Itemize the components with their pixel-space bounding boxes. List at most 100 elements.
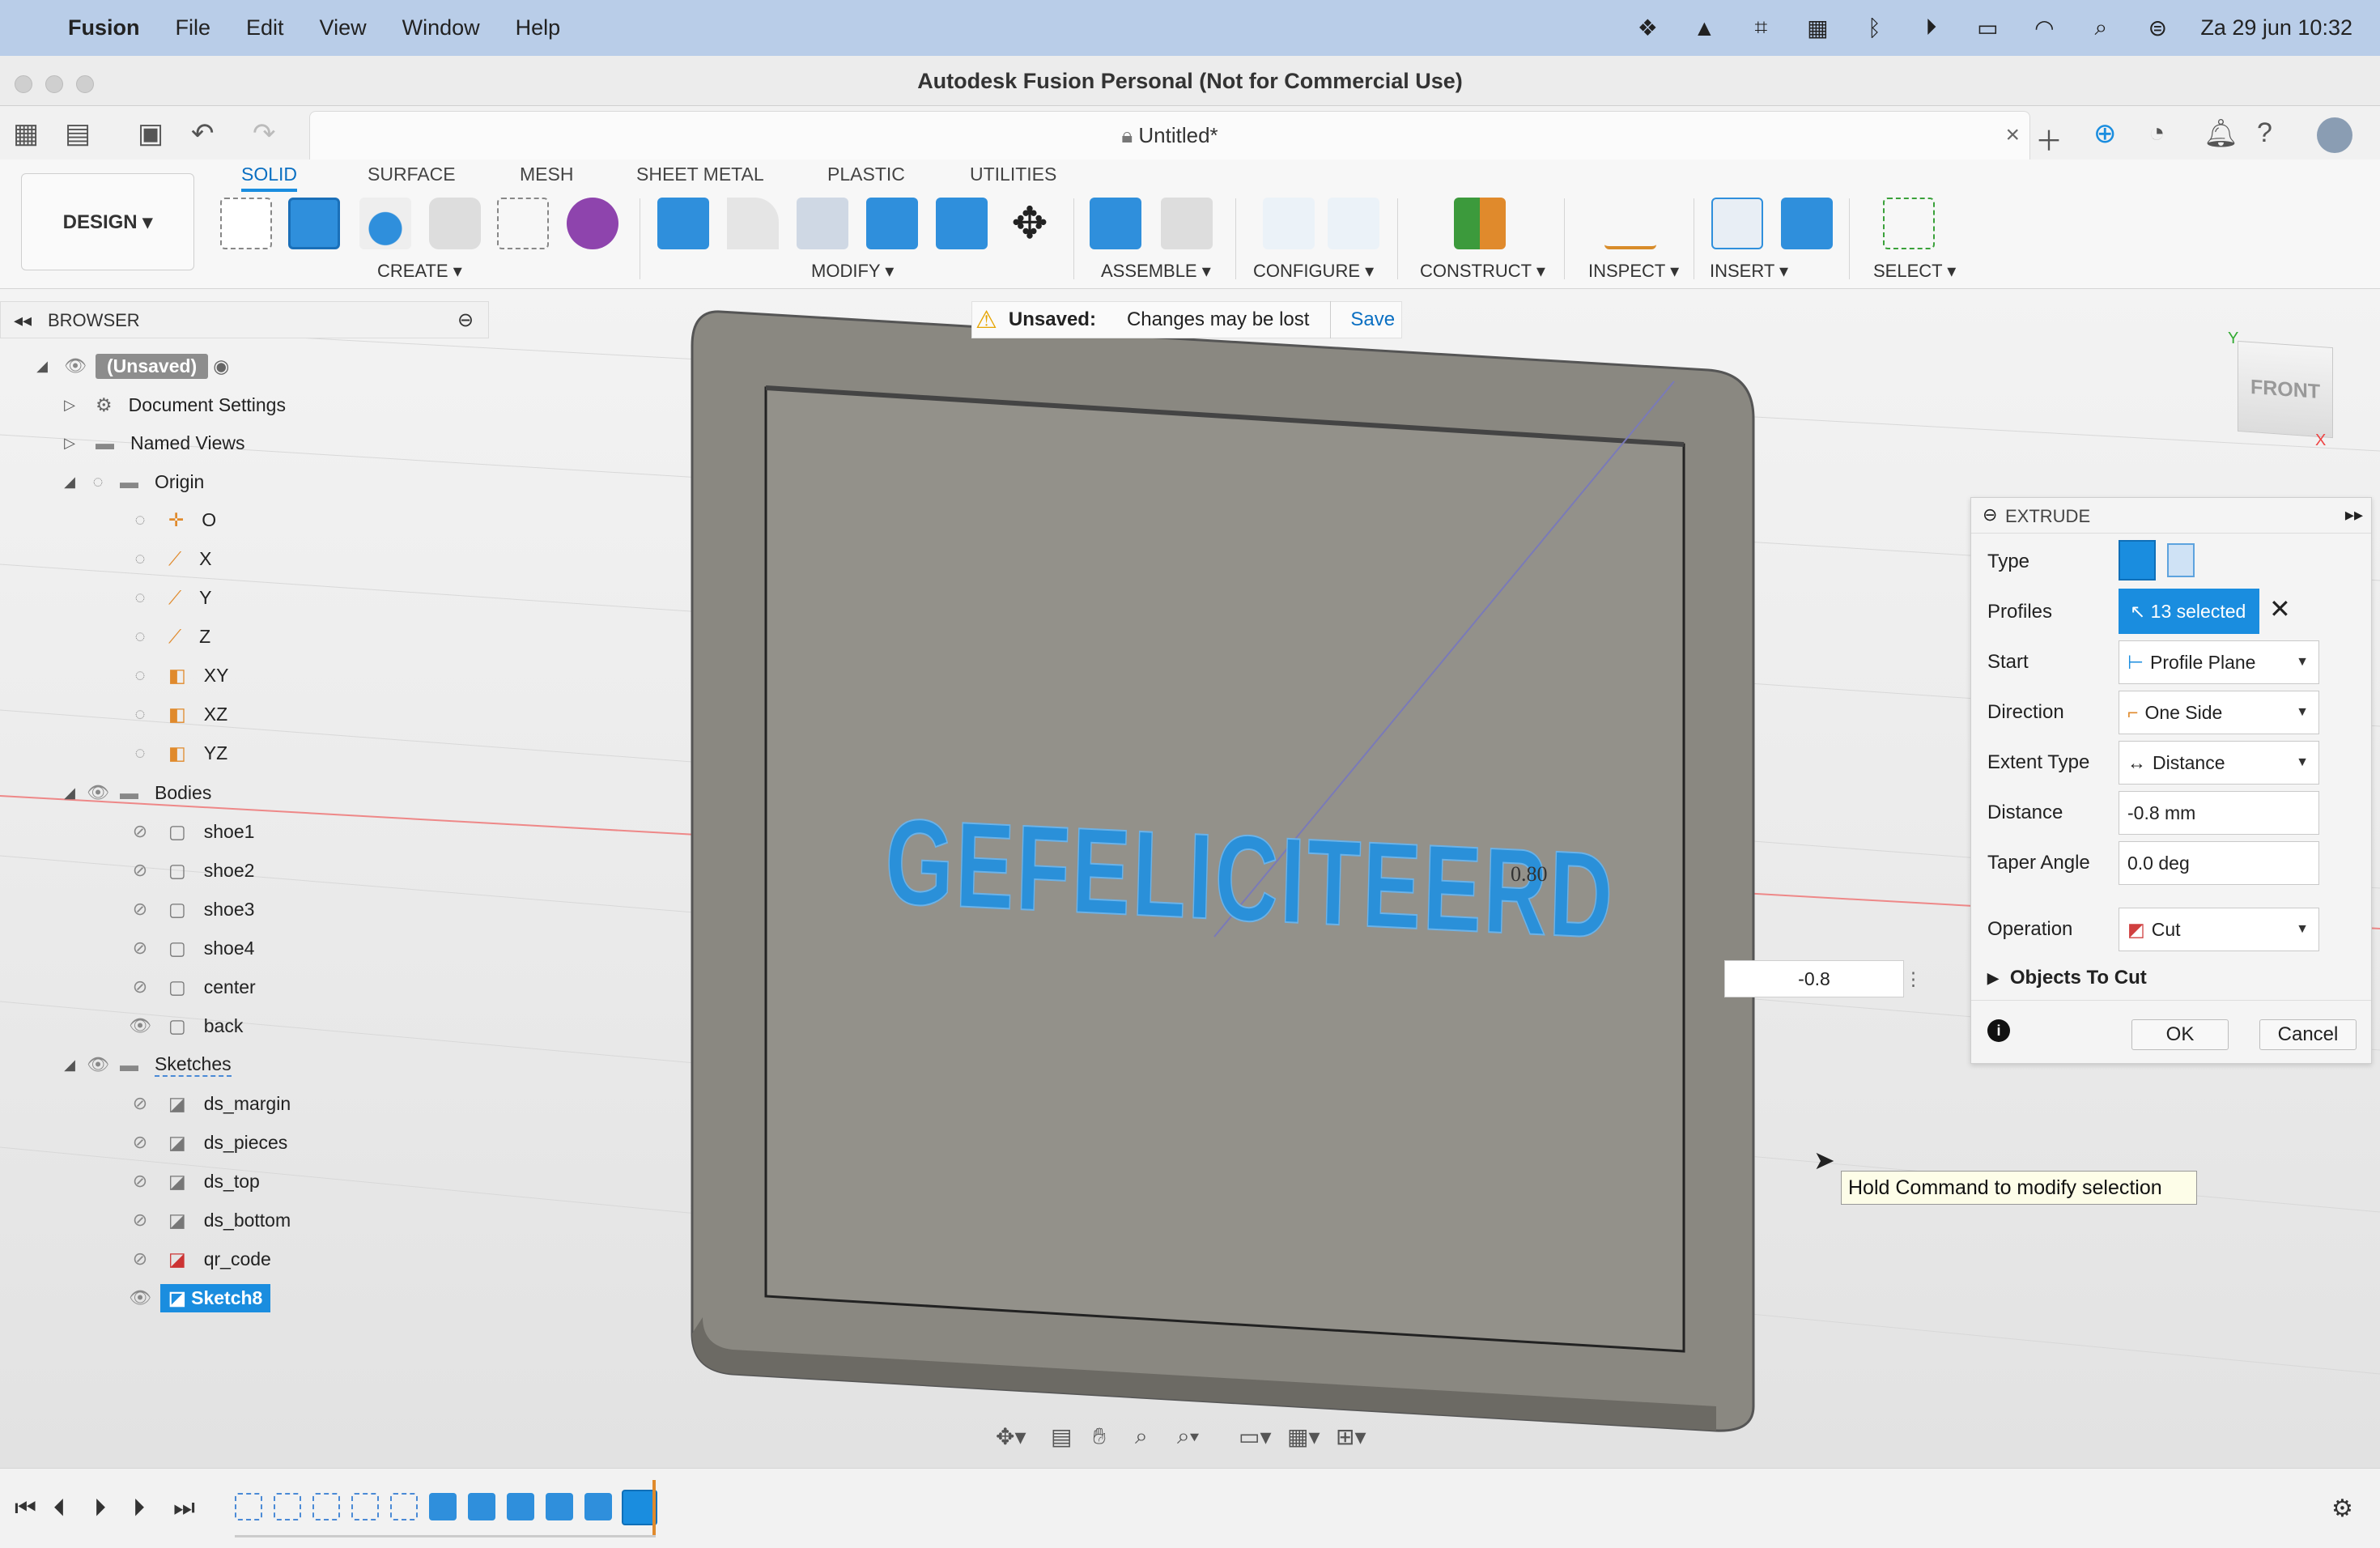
hidden-eye-icon[interactable]: ⊘ — [128, 1171, 152, 1192]
viewcube-face-label[interactable]: FRONT — [2250, 376, 2320, 403]
tree-bodies[interactable]: ◢ 👁︎ ▬ Bodies — [60, 773, 211, 812]
hidden-eye-icon[interactable]: ⊘ — [128, 938, 152, 959]
group-insert[interactable]: INSERT ▾ — [1710, 261, 1788, 282]
hidden-eye-icon[interactable]: ◌ — [128, 665, 152, 686]
hidden-eye-icon[interactable]: ◌ — [128, 509, 152, 530]
hidden-eye-icon[interactable]: ⊘ — [128, 1132, 152, 1153]
visibility-eye-icon[interactable]: 👁︎ — [86, 1054, 110, 1075]
data-panel-grid-icon[interactable]: ▦ — [13, 117, 39, 150]
collapse-icon[interactable]: ◢ — [60, 474, 79, 491]
tree-origin[interactable]: ◢ ◌ ▬ Origin — [60, 462, 204, 501]
clear-selection-icon[interactable]: ✕ — [2269, 593, 2291, 624]
move-icon[interactable]: ✥ — [1004, 198, 1056, 249]
hidden-eye-icon[interactable]: ◌ — [128, 704, 152, 725]
wifi-icon[interactable]: ◠ — [2030, 15, 2058, 40]
viewcube[interactable]: FRONT — [2238, 340, 2333, 439]
zoom-icon[interactable]: ⌕ — [1135, 1423, 1148, 1450]
save-icon[interactable]: ▣ — [138, 117, 164, 150]
bluetooth-icon[interactable]: ᛒ — [1860, 15, 1888, 40]
timeline-sketch-icon[interactable] — [390, 1493, 418, 1520]
display-settings-icon[interactable]: ▭▾ — [1239, 1423, 1272, 1450]
distance-manipulator-input[interactable]: -0.8 ⋮ — [1724, 960, 1923, 997]
cancel-button[interactable]: Cancel — [2259, 1019, 2357, 1050]
tree-sketch-ds-bottom[interactable]: ⊘ ◪ ds_bottom — [128, 1201, 291, 1240]
timeline-sketch-icon[interactable] — [351, 1493, 379, 1520]
configure-icon[interactable] — [1263, 198, 1315, 249]
tree-body-shoe4[interactable]: ⊘ ▢ shoe4 — [128, 929, 255, 968]
timeline-sketch-icon[interactable] — [312, 1493, 340, 1520]
ok-button[interactable]: OK — [2131, 1019, 2229, 1050]
tree-body-center[interactable]: ⊘ ▢ center — [128, 968, 256, 1006]
tree-sketch-ds-top[interactable]: ⊘ ◪ ds_top — [128, 1162, 260, 1201]
zoom-window-button[interactable] — [76, 75, 94, 93]
more-options-icon[interactable]: ⋮ — [1904, 961, 1923, 997]
hidden-eye-icon[interactable]: ◌ — [86, 471, 110, 492]
collapse-icon[interactable]: ◢ — [60, 1057, 79, 1074]
root-component-label[interactable]: (Unsaved) — [96, 353, 209, 379]
tree-origin-yz[interactable]: ◌ ◧ YZ — [128, 734, 227, 772]
visibility-eye-icon[interactable]: 👁︎ — [128, 1015, 152, 1036]
tree-body-back[interactable]: 👁︎ ▢ back — [128, 1006, 243, 1045]
menu-file[interactable]: File — [176, 15, 211, 40]
expand-dialog-icon[interactable]: ▸▸ — [2345, 504, 2363, 525]
hidden-eye-icon[interactable]: ⊘ — [128, 1210, 152, 1231]
tree-origin-point[interactable]: ◌ ✛ O — [128, 500, 216, 539]
avatar[interactable] — [2317, 117, 2352, 153]
taper-angle-input[interactable]: 0.0 deg — [2119, 841, 2319, 885]
orbit-icon[interactable]: ✥▾ — [996, 1423, 1026, 1450]
tree-document-settings[interactable]: ▷ ⚙ Document Settings — [60, 385, 286, 424]
tab-mesh[interactable]: MESH — [520, 164, 573, 185]
tree-named-views[interactable]: ▷ ▬ Named Views — [60, 423, 244, 462]
joint-icon[interactable] — [1161, 198, 1213, 249]
timeline-play-icon[interactable]: ⏵ — [94, 1495, 106, 1522]
notifications-icon[interactable]: 🔔︎ — [2204, 117, 2238, 150]
look-at-icon[interactable]: ▤ — [1051, 1423, 1072, 1450]
group-construct[interactable]: CONSTRUCT ▾ — [1420, 261, 1545, 282]
insert-derive-icon[interactable] — [1711, 198, 1763, 249]
keyboard-input-icon[interactable]: ⌗ — [1747, 15, 1774, 40]
new-tab-icon[interactable]: ＋ — [2035, 119, 2063, 159]
hidden-eye-icon[interactable]: ◌ — [128, 626, 152, 647]
hidden-eye-icon[interactable]: ⊘ — [128, 1248, 152, 1269]
extent-type-select[interactable]: ↔ Distance ▼ — [2119, 741, 2319, 785]
play-icon[interactable]: ⏵ — [1917, 15, 1944, 40]
form-icon[interactable] — [567, 198, 618, 249]
hidden-eye-icon[interactable]: ⊘ — [128, 976, 152, 997]
timeline-sketch-icon[interactable] — [235, 1493, 262, 1520]
create-sketch-icon[interactable] — [220, 198, 272, 249]
tree-sketch-sketch8[interactable]: 👁︎ ◪ Sketch8 — [128, 1278, 271, 1317]
hidden-eye-icon[interactable]: ◌ — [128, 742, 152, 763]
type-thin-icon[interactable] — [2167, 543, 2195, 577]
minimize-dialog-icon[interactable]: ⊖ — [1983, 504, 1997, 525]
job-status-icon[interactable]: ◔ — [2148, 117, 2165, 149]
timeline-start-icon[interactable]: ⏮ — [15, 1495, 36, 1522]
group-select[interactable]: SELECT ▾ — [1873, 261, 1956, 282]
tree-sketch-ds-pieces[interactable]: ⊘ ◪ ds_pieces — [128, 1123, 288, 1162]
file-menu-icon[interactable]: ▤ — [65, 117, 91, 150]
tree-sketch-ds-margin[interactable]: ⊘ ◪ ds_margin — [128, 1084, 291, 1123]
tab-plastic[interactable]: PLASTIC — [827, 164, 905, 185]
start-select[interactable]: ⊢ Profile Plane ▼ — [2119, 640, 2319, 684]
hidden-eye-icon[interactable]: ⊘ — [128, 1093, 152, 1114]
tree-origin-x[interactable]: ◌ ⟋ X — [128, 539, 211, 578]
offset-face-icon[interactable] — [936, 198, 988, 249]
expand-icon[interactable]: ▷ — [60, 397, 79, 414]
redo-icon[interactable]: ↷ — [253, 117, 276, 150]
control-center-icon[interactable]: ⊜ — [2144, 15, 2171, 40]
viewports-icon[interactable]: ⊞▾ — [1336, 1423, 1366, 1450]
tree-body-shoe1[interactable]: ⊘ ▢ shoe1 — [128, 812, 255, 851]
menu-app-name[interactable]: Fusion — [68, 15, 140, 40]
direction-select[interactable]: ⌐ One Side ▼ — [2119, 691, 2319, 734]
autodesk-status-icon[interactable]: ▲ — [1690, 15, 1718, 40]
expand-icon[interactable]: ▷ — [60, 435, 79, 452]
expand-icon[interactable]: ▶ — [1987, 970, 1999, 987]
select-icon[interactable] — [1883, 198, 1935, 249]
tree-origin-y[interactable]: ◌ ⟋ Y — [128, 578, 211, 617]
save-link[interactable]: Save — [1350, 308, 1395, 331]
tree-body-shoe3[interactable]: ⊘ ▢ shoe3 — [128, 890, 255, 929]
battery-icon[interactable]: ▭ — [1974, 15, 2001, 40]
menu-help[interactable]: Help — [516, 15, 561, 40]
tab-surface[interactable]: SURFACE — [368, 164, 456, 185]
measure-icon[interactable] — [1604, 198, 1656, 249]
new-component-icon[interactable] — [1090, 198, 1141, 249]
